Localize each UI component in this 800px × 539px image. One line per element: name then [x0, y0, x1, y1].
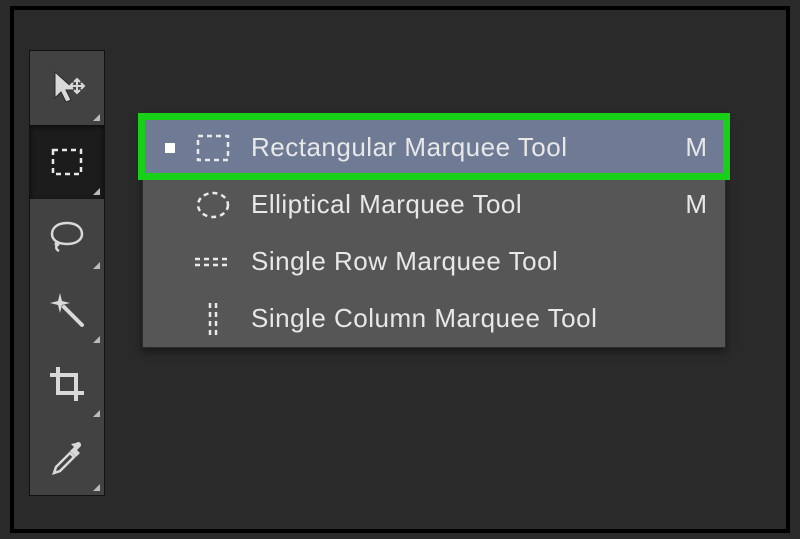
- rectangular-marquee-tool[interactable]: [30, 125, 104, 199]
- flyout-item-shortcut: M: [679, 132, 707, 163]
- move-tool-icon: [47, 68, 87, 108]
- magic-wand-tool[interactable]: [30, 273, 104, 347]
- bullet-spacer: [165, 314, 175, 324]
- eyedropper-tool[interactable]: [30, 421, 104, 495]
- flyout-item-label: Single Row Marquee Tool: [251, 246, 651, 277]
- lasso-tool-icon: [46, 215, 88, 257]
- rectangular-marquee-icon: [195, 132, 231, 164]
- single-column-marquee-icon: [206, 301, 220, 337]
- lasso-tool[interactable]: [30, 199, 104, 273]
- magic-wand-icon: [46, 289, 88, 331]
- move-tool[interactable]: [30, 51, 104, 125]
- flyout-item-shortcut: M: [679, 189, 707, 220]
- eyedropper-icon: [46, 437, 88, 479]
- app-frame: Rectangular Marquee Tool M Elliptical Ma…: [10, 6, 790, 533]
- flyout-indicator-icon: [93, 114, 100, 121]
- flyout-indicator-icon: [93, 188, 100, 195]
- crop-tool[interactable]: [30, 347, 104, 421]
- flyout-item-label: Single Column Marquee Tool: [251, 303, 651, 334]
- flyout-item-elliptical-marquee[interactable]: Elliptical Marquee Tool M: [143, 176, 725, 233]
- active-bullet-icon: [165, 143, 175, 153]
- marquee-tool-flyout: Rectangular Marquee Tool M Elliptical Ma…: [142, 118, 726, 348]
- tools-panel: [29, 50, 105, 496]
- crop-tool-icon: [46, 363, 88, 405]
- flyout-indicator-icon: [93, 410, 100, 417]
- flyout-item-rectangular-marquee[interactable]: Rectangular Marquee Tool M: [143, 119, 725, 176]
- bullet-spacer: [165, 257, 175, 267]
- flyout-item-single-column-marquee[interactable]: Single Column Marquee Tool: [143, 290, 725, 347]
- flyout-indicator-icon: [93, 262, 100, 269]
- flyout-item-label: Elliptical Marquee Tool: [251, 189, 651, 220]
- flyout-item-label: Rectangular Marquee Tool: [251, 132, 651, 163]
- flyout-item-single-row-marquee[interactable]: Single Row Marquee Tool: [143, 233, 725, 290]
- elliptical-marquee-icon: [195, 189, 231, 221]
- flyout-indicator-icon: [93, 336, 100, 343]
- single-row-marquee-icon: [193, 255, 233, 269]
- flyout-indicator-icon: [93, 484, 100, 491]
- rectangular-marquee-icon: [48, 143, 86, 181]
- bullet-spacer: [165, 200, 175, 210]
